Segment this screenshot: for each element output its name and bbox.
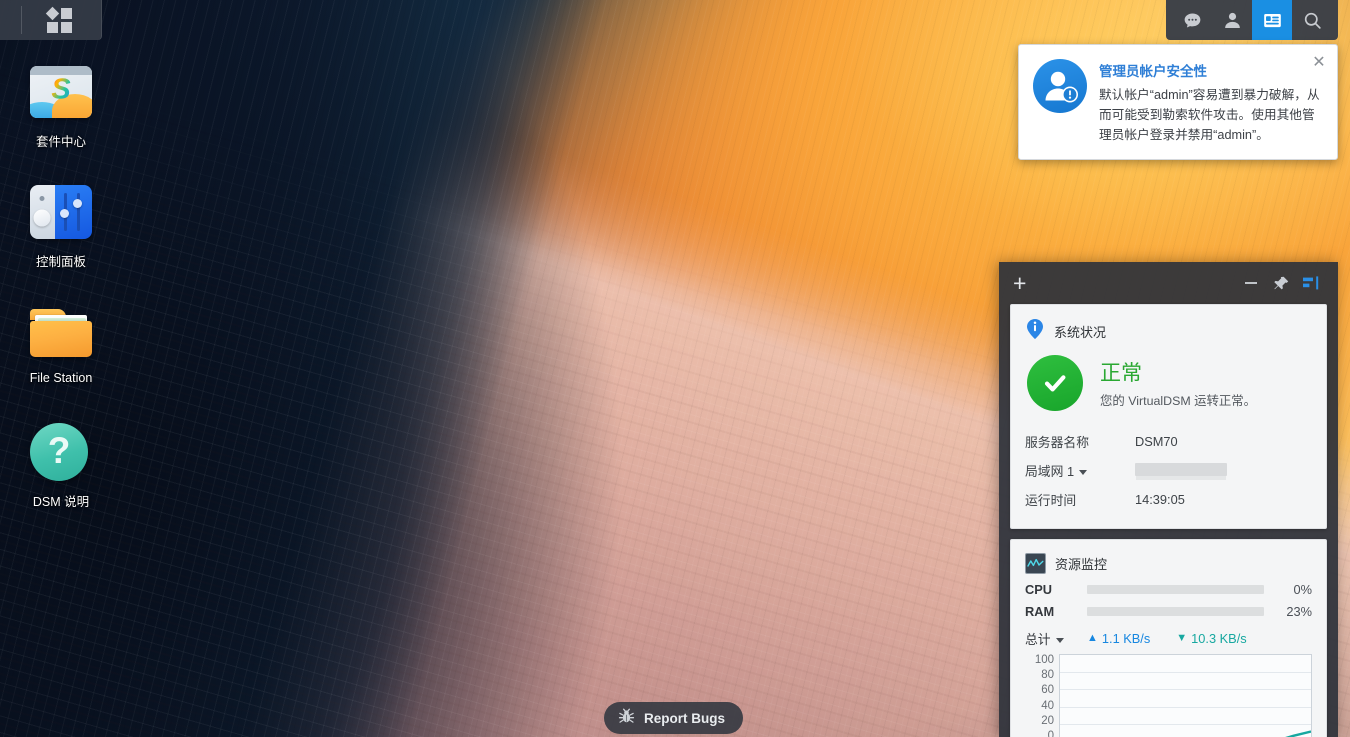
- notification-text: 默认帐户“admin”容易遭到暴力破解，从而可能受到勒索软件攻击。使用其他管理员…: [1099, 88, 1320, 143]
- check-circle-icon: [1027, 355, 1083, 411]
- download-rate: 10.3 KB/s: [1191, 631, 1247, 646]
- info-value: 14:39:05: [1135, 492, 1185, 507]
- notification-body: 管理员帐户安全性 默认帐户“admin”容易遭到暴力破解，从而可能受到勒索软件攻…: [1099, 59, 1325, 145]
- arrow-up-icon: ▲: [1087, 632, 1098, 644]
- chevron-down-icon[interactable]: [1079, 470, 1088, 476]
- apps-grid-icon[interactable]: [45, 6, 72, 33]
- upload-rate: 1.1 KB/s: [1101, 631, 1151, 646]
- meter-value: 23%: [1286, 604, 1312, 619]
- taskbar-divider: [21, 6, 22, 34]
- desktop-icon-label: 控制面板: [35, 255, 86, 269]
- user-warning-icon: [1033, 59, 1087, 113]
- help-question-icon: ?: [30, 420, 92, 482]
- file-station-icon: [30, 300, 92, 362]
- system-health-status-row: 正常 您的 VirtualDSM 运转正常。: [1027, 355, 1312, 411]
- meter-label: CPU: [1025, 582, 1053, 597]
- notifications-icon[interactable]: [1172, 0, 1212, 40]
- info-row-server-name: 服务器名称 DSM70: [1025, 427, 1312, 456]
- info-pin-icon: [1025, 318, 1045, 345]
- info-row-uptime: 运行时间 14:39:05: [1025, 485, 1312, 514]
- taskbar-left: [0, 0, 102, 40]
- info-key: 运行时间: [1025, 493, 1077, 508]
- network-upload: ▲ 1.1 KB/s: [1087, 631, 1150, 646]
- info-key: 服务器名称: [1025, 435, 1089, 450]
- meter-row-cpu: CPU 0%: [1025, 582, 1312, 597]
- desktop-icon-package-center[interactable]: S 套件中心: [0, 52, 122, 172]
- cpu-progress-bar: [1087, 585, 1264, 594]
- network-interface-selector[interactable]: 总计: [1025, 629, 1087, 648]
- close-icon[interactable]: ✕: [1310, 54, 1328, 72]
- widget-panel-header: +: [999, 262, 1338, 304]
- notification-toast: 管理员帐户安全性 默认帐户“admin”容易遭到暴力破解，从而可能受到勒索软件攻…: [1018, 44, 1338, 161]
- desktop-icon-list: S 套件中心 控制面板 File Station ? DSM 说明: [0, 52, 122, 532]
- resource-monitor-header: 资源监控: [1025, 553, 1312, 574]
- system-health-status: 正常: [1100, 362, 1142, 385]
- widget-panel: + 系统状况 正常 您的 VirtualDSM 运转正常。 服务器名称 DSM7…: [999, 262, 1338, 737]
- desktop-icon-label: DSM 说明: [32, 495, 90, 509]
- system-health-description: 您的 VirtualDSM 运转正常。: [1100, 394, 1257, 408]
- info-value: DSM70: [1135, 434, 1178, 449]
- add-widget-button[interactable]: +: [1013, 271, 1026, 295]
- arrow-down-icon: ▼: [1176, 632, 1188, 644]
- search-icon[interactable]: [1292, 0, 1332, 40]
- desktop-icon-label: 套件中心: [35, 135, 86, 149]
- ram-progress-bar: [1087, 607, 1264, 616]
- chart-y-axis: 100 80 60 40 20 0: [1034, 654, 1054, 737]
- network-rate-row: 总计 ▲ 1.1 KB/s ▼ 10.3 KB/s: [1025, 629, 1312, 648]
- info-value-redacted: [1135, 462, 1227, 479]
- info-key: 局域网 1: [1025, 461, 1135, 480]
- taskbar-right: [1166, 0, 1338, 40]
- system-health-widget: 系统状况 正常 您的 VirtualDSM 运转正常。 服务器名称 DSM70 …: [1010, 304, 1327, 529]
- network-chart: 100 80 60 40 20 0: [1025, 654, 1312, 737]
- meter-label: RAM: [1025, 604, 1055, 619]
- bug-icon: [618, 708, 635, 728]
- desktop-icon-control-panel[interactable]: 控制面板: [0, 172, 122, 292]
- minimize-widgets-button[interactable]: [1236, 268, 1266, 298]
- chart-plot-area: [1059, 654, 1312, 737]
- chevron-down-icon[interactable]: [1055, 638, 1064, 644]
- meter-value: 0%: [1293, 582, 1313, 597]
- system-health-title: 系统状况: [1054, 325, 1107, 340]
- report-bugs-label: Report Bugs: [644, 710, 725, 726]
- panel-collapse-icon[interactable]: [1296, 268, 1326, 298]
- waveform-icon: [1025, 553, 1046, 574]
- info-row-lan[interactable]: 局域网 1: [1025, 456, 1312, 485]
- desktop-icon-dsm-help[interactable]: ? DSM 说明: [0, 412, 122, 532]
- notification-title: 管理员帐户安全性: [1099, 64, 1207, 79]
- resource-monitor-title: 资源监控: [1055, 557, 1108, 572]
- control-panel-icon: [30, 180, 92, 242]
- report-bugs-button[interactable]: Report Bugs: [604, 702, 743, 734]
- user-icon[interactable]: [1212, 0, 1252, 40]
- package-center-icon: S: [30, 60, 92, 122]
- meter-row-ram: RAM 23%: [1025, 604, 1312, 619]
- desktop-icon-label: File Station: [29, 371, 93, 385]
- system-health-header: 系统状况: [1025, 318, 1312, 345]
- desktop-icon-file-station[interactable]: File Station: [0, 292, 122, 412]
- network-download: ▼ 10.3 KB/s: [1176, 631, 1246, 646]
- pin-icon[interactable]: [1266, 268, 1296, 298]
- resource-monitor-widget: 资源监控 CPU 0% RAM 23% 总计 ▲ 1.1 KB/s ▼ 10.3…: [1010, 539, 1327, 737]
- widgets-icon[interactable]: [1252, 0, 1292, 40]
